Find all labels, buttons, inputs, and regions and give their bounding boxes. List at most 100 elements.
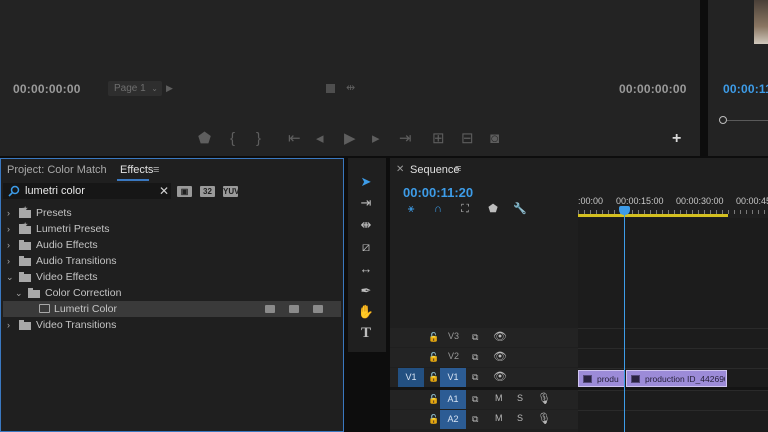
selection-tool-icon[interactable]: ➤ <box>356 173 376 191</box>
tree-row-audio-effects[interactable]: › Audio Effects <box>3 237 341 253</box>
sync-lock-icon[interactable]: ⧉ <box>472 331 478 343</box>
ripple-edit-tool-icon[interactable]: ⇼ <box>356 216 376 234</box>
track-target-a1[interactable]: A1 <box>440 390 466 409</box>
work-area-bar[interactable] <box>578 214 728 217</box>
eye-icon[interactable]: 👁 <box>493 331 507 343</box>
track-a2: 🔓 A2 ⧉ M S 🎙 <box>390 410 768 429</box>
close-icon[interactable]: ✕ <box>159 184 169 198</box>
mark-in-icon[interactable]: { <box>230 131 235 146</box>
program-timecode[interactable]: 00:00:11 <box>723 82 768 96</box>
chevron-right-icon[interactable]: › <box>7 256 10 266</box>
time-ruler[interactable]: :00:00 00:00:15:00 00:00:30:00 00:00:45 <box>578 190 768 218</box>
snap-magnet-icon[interactable]: ∩ <box>431 202 445 216</box>
mute-button[interactable]: M <box>495 413 503 423</box>
move-icon[interactable]: ⇹ <box>346 83 355 94</box>
microphone-icon[interactable]: 🎙 <box>537 413 551 425</box>
tree-label: Audio Transitions <box>36 255 117 267</box>
program-scrub-bar[interactable] <box>727 120 768 121</box>
timeline-timecode[interactable]: 00:00:11:20 <box>403 185 473 200</box>
yuv-filter[interactable]: YUV <box>223 186 239 197</box>
tree-row-presets[interactable]: › ★ Presets <box>3 205 341 221</box>
tab-project[interactable]: Project: Color Match <box>7 164 107 176</box>
overwrite-icon[interactable]: ⊟ <box>461 131 474 146</box>
tree-row-lumetri-presets[interactable]: › ★ Lumetri Presets <box>3 221 341 237</box>
source-patch-v1[interactable]: V1 <box>398 368 424 387</box>
solo-button[interactable]: S <box>517 413 523 423</box>
add-marker-icon[interactable]: ⬟ <box>486 202 500 216</box>
clip[interactable]: production ID_442690 <box>626 370 727 387</box>
panel-menu-icon[interactable]: ≡ <box>153 164 159 176</box>
panel-menu-icon[interactable]: ≡ <box>455 163 461 175</box>
32bit-filter[interactable]: 32 <box>200 186 215 197</box>
search-input[interactable] <box>25 183 155 199</box>
tree-row-color-correction[interactable]: ⌄ Color Correction <box>3 285 341 301</box>
add-button-icon[interactable]: + <box>672 131 681 147</box>
step-back-icon[interactable]: ◂ <box>316 131 324 146</box>
chevron-down-icon[interactable]: ⌄ <box>15 288 23 299</box>
go-to-out-icon[interactable]: ⇥ <box>399 131 412 146</box>
eye-icon[interactable]: 👁 <box>493 351 507 363</box>
track-lane[interactable] <box>578 390 768 409</box>
solo-button[interactable]: S <box>517 393 523 403</box>
track-target-v1[interactable]: V1 <box>440 368 466 387</box>
eye-icon[interactable]: 👁 <box>493 371 507 383</box>
sync-lock-icon[interactable]: ⧉ <box>472 351 478 363</box>
accelerated-effects-filter[interactable]: ▣ <box>177 186 192 197</box>
playhead-handle[interactable] <box>619 206 630 215</box>
lock-icon[interactable]: 🔓 <box>428 351 439 363</box>
tree-row-lumetri-color[interactable]: Lumetri Color <box>3 301 341 317</box>
source-timecode-in[interactable]: 00:00:00:00 <box>13 82 81 96</box>
go-to-in-icon[interactable]: ⇤ <box>288 131 301 146</box>
chevron-right-icon[interactable]: › <box>7 208 10 218</box>
tree-row-audio-transitions[interactable]: › Audio Transitions <box>3 253 341 269</box>
tree-row-video-transitions[interactable]: › Video Transitions <box>3 317 341 333</box>
insert-icon[interactable]: ⊞ <box>432 131 445 146</box>
source-timecode-out[interactable]: 00:00:00:00 <box>619 82 687 96</box>
wrench-icon[interactable]: 🔧 <box>513 202 527 216</box>
sync-lock-icon[interactable]: ⧉ <box>472 371 478 383</box>
lock-icon[interactable]: 🔓 <box>428 371 439 383</box>
play-small-icon[interactable]: ▶ <box>166 83 173 94</box>
sync-lock-icon[interactable]: ⧉ <box>472 393 478 405</box>
track-lane[interactable] <box>578 328 768 347</box>
sync-lock-icon[interactable]: ⧉ <box>472 413 478 425</box>
fx-badge-icon <box>631 375 640 383</box>
track-target-a2[interactable]: A2 <box>440 410 466 429</box>
linked-selection-icon[interactable]: ⛶ <box>458 202 472 216</box>
mute-button[interactable]: M <box>495 393 503 403</box>
lock-icon[interactable]: 🔓 <box>428 413 439 425</box>
step-forward-icon[interactable]: ▸ <box>372 131 380 146</box>
mark-out-icon[interactable]: } <box>256 131 261 146</box>
page-dropdown[interactable]: Page 1 ⌄ <box>108 81 162 96</box>
chevron-right-icon[interactable]: › <box>7 224 10 234</box>
nest-toggle-icon[interactable]: ⚹ <box>404 202 418 216</box>
razor-tool-icon[interactable]: ⧄ <box>356 238 376 256</box>
clip-name: production ID_442690 <box>645 374 725 384</box>
chevron-right-icon[interactable]: › <box>7 240 10 250</box>
playhead-line[interactable] <box>624 212 625 432</box>
close-icon[interactable]: ✕ <box>396 164 404 175</box>
hand-tool-icon[interactable]: ✋ <box>356 303 376 321</box>
track-lane[interactable] <box>578 348 768 367</box>
track-lane[interactable]: produ production ID_442690 <box>578 368 768 387</box>
tree-row-video-effects[interactable]: ⌄ Video Effects <box>3 269 341 285</box>
playhead-knob[interactable] <box>719 116 727 124</box>
marker-icon[interactable]: ⬟ <box>198 131 211 146</box>
slip-tool-icon[interactable]: ↔ <box>356 260 376 278</box>
camera-icon[interactable]: ◙ <box>490 131 499 146</box>
microphone-icon[interactable]: 🎙 <box>537 393 551 405</box>
export-frame-icon[interactable] <box>326 84 335 93</box>
tab-effects[interactable]: Effects <box>120 164 153 176</box>
pen-tool-icon[interactable]: ✒ <box>356 282 376 300</box>
lock-icon[interactable]: 🔓 <box>428 393 439 405</box>
track-select-tool-icon[interactable]: ⇥ <box>356 194 376 212</box>
track-lane[interactable] <box>578 410 768 429</box>
type-tool-icon[interactable]: T <box>356 324 376 342</box>
chevron-right-icon[interactable]: › <box>7 320 10 330</box>
sequence-tab[interactable]: Sequence <box>410 164 460 176</box>
play-icon[interactable]: ▶ <box>344 131 356 146</box>
lock-icon[interactable]: 🔓 <box>428 331 439 343</box>
track-v3: 🔓 V3 ⧉ 👁 <box>390 328 768 347</box>
clip[interactable]: produ <box>578 370 625 387</box>
chevron-down-icon[interactable]: ⌄ <box>6 272 14 283</box>
